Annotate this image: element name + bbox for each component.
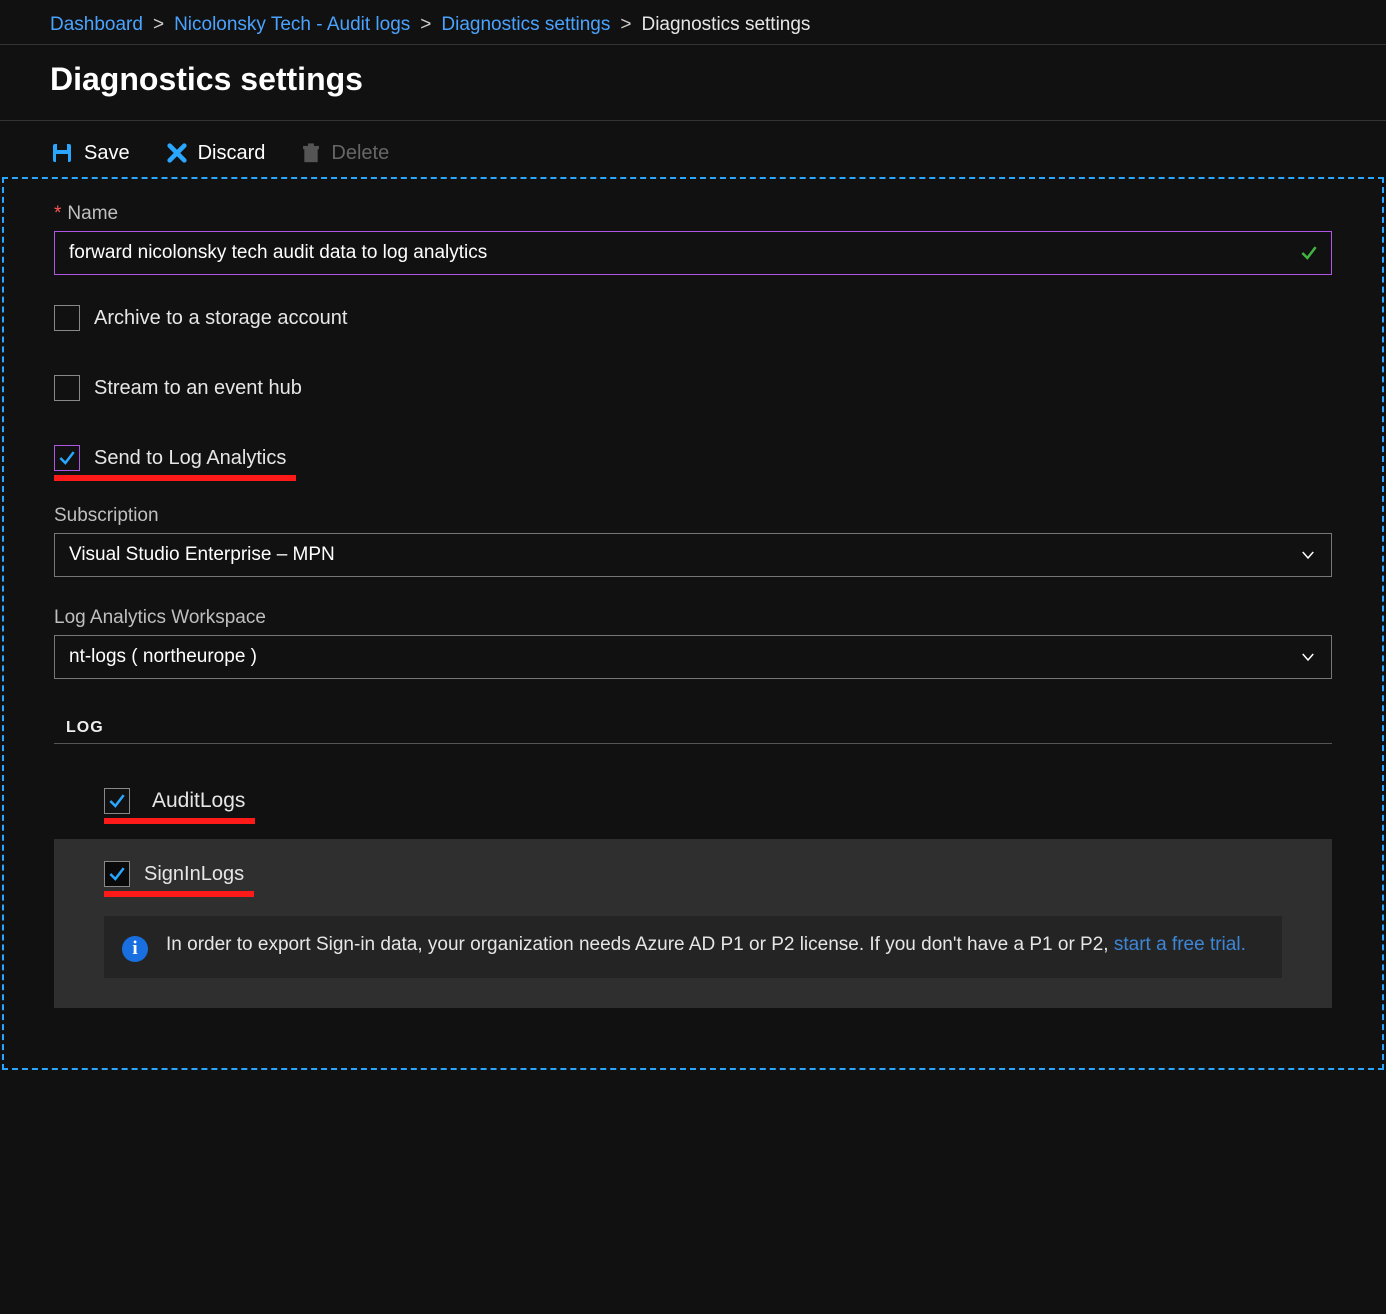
log-item-label: SignInLogs	[144, 863, 244, 886]
workspace-value: nt-logs ( northeurope )	[69, 646, 257, 668]
breadcrumb-link-audit-logs[interactable]: Nicolonsky Tech - Audit logs	[174, 14, 410, 36]
checkbox-checked-icon[interactable]	[54, 445, 80, 471]
checkbox-unchecked-icon[interactable]	[54, 375, 80, 401]
info-text-before: In order to export Sign-in data, your or…	[166, 934, 1114, 955]
log-item-label: AuditLogs	[152, 789, 245, 813]
highlight-annotation: SignInLogs	[104, 861, 244, 887]
log-item-signinlogs[interactable]: SignInLogs	[104, 861, 1282, 888]
valid-check-icon	[1299, 243, 1319, 263]
subscription-label: Subscription	[54, 505, 1332, 527]
checkbox-unchecked-icon[interactable]	[54, 305, 80, 331]
stream-checkbox-row[interactable]: Stream to an event hub	[54, 375, 1332, 401]
checkbox-checked-icon[interactable]	[104, 861, 130, 887]
trash-icon	[301, 142, 321, 164]
breadcrumb-current: Diagnostics settings	[641, 14, 810, 36]
subscription-value: Visual Studio Enterprise – MPN	[69, 544, 335, 566]
save-icon	[50, 141, 74, 165]
delete-label: Delete	[331, 142, 389, 165]
name-input[interactable]	[67, 241, 1299, 265]
log-analytics-label: Send to Log Analytics	[94, 447, 286, 470]
required-star-icon: *	[54, 203, 61, 225]
highlight-annotation: Send to Log Analytics	[54, 445, 286, 471]
info-text: In order to export Sign-in data, your or…	[166, 932, 1246, 959]
info-icon: i	[122, 936, 148, 962]
delete-button: Delete	[301, 142, 389, 165]
log-analytics-checkbox-row[interactable]: Send to Log Analytics	[54, 445, 1332, 471]
workspace-label: Log Analytics Workspace	[54, 607, 1332, 629]
name-input-wrap[interactable]	[54, 231, 1332, 275]
name-label: Name	[67, 203, 118, 225]
name-label-row: * Name	[54, 203, 1332, 225]
chevron-down-icon	[1299, 546, 1317, 564]
workspace-dropdown[interactable]: nt-logs ( northeurope )	[54, 635, 1332, 679]
archive-checkbox-row[interactable]: Archive to a storage account	[54, 305, 1332, 331]
checkbox-checked-icon[interactable]	[104, 788, 130, 814]
divider	[54, 743, 1332, 744]
breadcrumb: Dashboard > Nicolonsky Tech - Audit logs…	[0, 0, 1386, 45]
chevron-down-icon	[1299, 648, 1317, 666]
breadcrumb-link-diagnostics[interactable]: Diagnostics settings	[441, 14, 610, 36]
chevron-right-icon: >	[153, 14, 164, 36]
subscription-dropdown[interactable]: Visual Studio Enterprise – MPN	[54, 533, 1332, 577]
save-button[interactable]: Save	[50, 141, 130, 165]
stream-label: Stream to an event hub	[94, 377, 302, 400]
form-panel: * Name Archive to a storage account Stre…	[2, 177, 1384, 1070]
subscription-field-group: Subscription Visual Studio Enterprise – …	[54, 505, 1332, 577]
log-item-signinlogs-panel: SignInLogs i In order to export Sign-in …	[54, 839, 1332, 1008]
highlight-annotation: AuditLogs	[104, 788, 245, 814]
title-row: Diagnostics settings	[0, 45, 1386, 121]
name-field-group: * Name	[54, 203, 1332, 275]
close-icon	[166, 142, 188, 164]
discard-label: Discard	[198, 142, 266, 165]
log-item-auditlogs[interactable]: AuditLogs	[54, 774, 1332, 829]
workspace-field-group: Log Analytics Workspace nt-logs ( northe…	[54, 607, 1332, 679]
start-trial-link[interactable]: start a free trial.	[1114, 934, 1246, 955]
breadcrumb-link-dashboard[interactable]: Dashboard	[50, 14, 143, 36]
archive-label: Archive to a storage account	[94, 307, 347, 330]
info-banner: i In order to export Sign-in data, your …	[104, 916, 1282, 978]
log-heading: LOG	[66, 719, 1332, 737]
chevron-right-icon: >	[620, 14, 631, 36]
toolbar: Save Discard Delete	[0, 121, 1386, 177]
page-title: Diagnostics settings	[50, 61, 1336, 98]
save-label: Save	[84, 142, 130, 165]
chevron-right-icon: >	[420, 14, 431, 36]
discard-button[interactable]: Discard	[166, 142, 266, 165]
